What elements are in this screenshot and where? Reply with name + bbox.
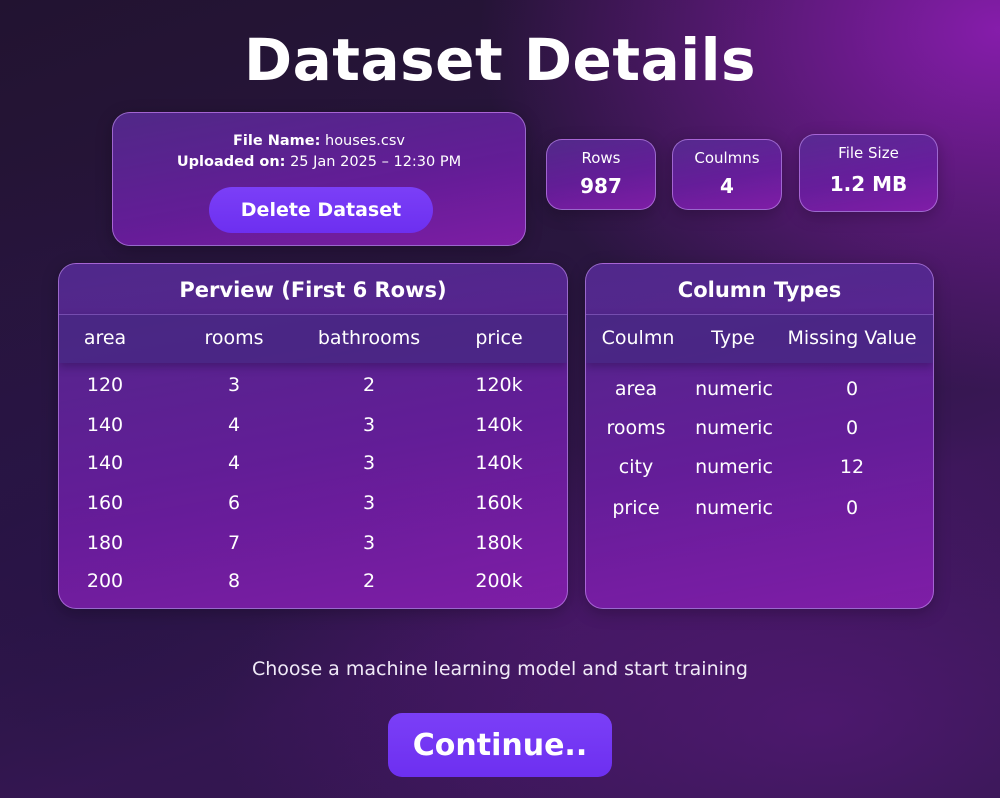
preview-col-area: area [83, 327, 127, 349]
preview-title: Perview (First 6 Rows) [59, 264, 567, 314]
page-title: Dataset Details [243, 26, 757, 94]
stat-rows: Rows 987 [546, 139, 656, 210]
preview-cell: 6 [227, 492, 241, 514]
ct-col-missing: Missing Value [787, 327, 917, 349]
stat-columns: Coulmns 4 [672, 139, 782, 210]
ct-col-column: Coulmn [601, 327, 675, 349]
preview-cell: 140k [475, 452, 523, 474]
column-types-cell: city [618, 456, 654, 478]
uploaded-line: Uploaded on: 25 Jan 2025 – 12:30 PM [113, 154, 525, 170]
column-types-cell: numeric [695, 497, 773, 519]
preview-cell: 7 [227, 532, 241, 554]
preview-cell: 4 [227, 452, 241, 474]
preview-col-rooms: rooms [204, 327, 264, 349]
column-types-cell: numeric [695, 417, 773, 439]
preview-cell: 200 [86, 570, 124, 592]
column-types-table: Column Types Coulmn Type Missing Value a… [585, 263, 934, 609]
preview-cell: 4 [227, 414, 241, 436]
stat-rows-value: 987 [580, 174, 622, 198]
uploaded-label: Uploaded on: [176, 154, 286, 170]
file-name-line: File Name: houses.csv [113, 133, 525, 149]
column-types-cell: 0 [845, 417, 859, 439]
file-name-label: File Name: [233, 133, 321, 149]
uploaded-value: 25 Jan 2025 – 12:30 PM [290, 154, 462, 170]
preview-cell: 140 [86, 452, 124, 474]
column-types-cell: price [612, 497, 660, 519]
preview-cell: 160 [86, 492, 124, 514]
column-types-cell: numeric [695, 378, 773, 400]
preview-table: Perview (First 6 Rows) area rooms bathro… [58, 263, 568, 609]
preview-cell: 2 [362, 570, 376, 592]
stat-columns-label: Coulmns [694, 149, 760, 167]
column-types-cell: 12 [839, 456, 865, 478]
preview-cell: 3 [362, 452, 376, 474]
file-name-value: houses.csv [325, 133, 405, 149]
stat-file-size-value: 1.2 MB [829, 172, 908, 196]
delete-dataset-button[interactable]: Delete Dataset [209, 187, 433, 233]
column-types-header-row: Coulmn Type Missing Value [586, 314, 933, 363]
column-types-cell: area [614, 378, 658, 400]
preview-cell: 180k [475, 532, 523, 554]
preview-cell: 180 [86, 532, 124, 554]
preview-cell: 3 [227, 374, 241, 396]
stat-rows-label: Rows [581, 149, 621, 167]
continue-button[interactable]: Continue.. [388, 713, 612, 777]
stat-columns-value: 4 [720, 174, 734, 198]
preview-cell: 3 [362, 492, 376, 514]
stat-file-size-label: File Size [838, 144, 899, 162]
preview-cell: 120k [475, 374, 523, 396]
stat-file-size: File Size 1.2 MB [799, 134, 938, 212]
column-types-cell: 0 [845, 378, 859, 400]
column-types-cell: 0 [845, 497, 859, 519]
preview-cell: 140k [475, 414, 523, 436]
column-types-cell: rooms [606, 417, 666, 439]
preview-cell: 8 [227, 570, 241, 592]
preview-col-bathrooms: bathrooms [317, 327, 421, 349]
preview-cell: 3 [362, 414, 376, 436]
preview-header-row: area rooms bathrooms price [59, 314, 567, 363]
preview-cell: 2 [362, 374, 376, 396]
column-types-cell: numeric [695, 456, 773, 478]
preview-cell: 3 [362, 532, 376, 554]
preview-cell: 140 [86, 414, 124, 436]
preview-col-price: price [475, 327, 523, 349]
preview-cell: 200k [475, 570, 523, 592]
ct-col-type: Type [711, 327, 755, 349]
caption-text: Choose a machine learning model and star… [252, 658, 748, 680]
preview-cell: 120 [86, 374, 124, 396]
preview-cell: 160k [475, 492, 523, 514]
file-info-card: File Name: houses.csv Uploaded on: 25 Ja… [112, 112, 526, 246]
column-types-title: Column Types [586, 264, 933, 314]
